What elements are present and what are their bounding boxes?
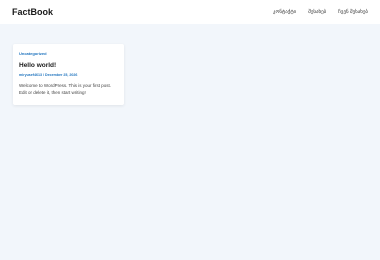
post-excerpt: Welcome to WordPress. This is your first… (19, 83, 112, 95)
post-date-link[interactable]: December 25, 2026 (45, 73, 77, 77)
post-author-link[interactable]: miryusef4613 (19, 73, 42, 77)
nav-item-contact[interactable]: კონტაქტი (273, 8, 296, 16)
primary-nav: კონტაქტი შესახებ ჩვენ შესახებ (273, 8, 368, 16)
nav-item-about-us[interactable]: ჩვენ შესახებ (338, 8, 368, 16)
post-title[interactable]: Hello world! (19, 62, 118, 70)
site-header: FactBook კონტაქტი შესახებ ჩვენ შესახებ (0, 0, 380, 24)
site-title[interactable]: FactBook (12, 6, 53, 18)
nav-item-about[interactable]: შესახებ (308, 8, 326, 16)
post-card: Uncategorized Hello world! miryusef4613 … (13, 44, 124, 105)
post-category-link[interactable]: Uncategorized (19, 51, 118, 56)
post-meta: miryusef4613 / December 25, 2026 (19, 73, 118, 78)
